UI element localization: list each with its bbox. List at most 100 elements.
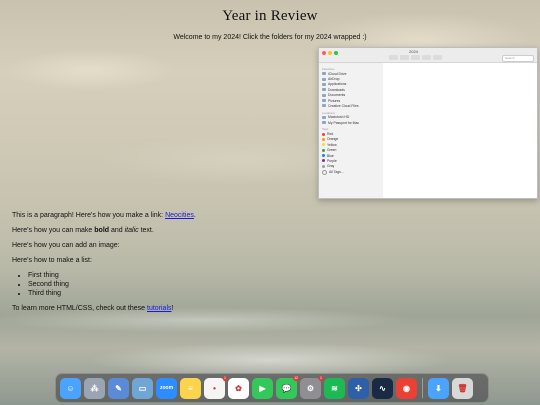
welcome-text: Welcome to my 2024! Click the folders fo…	[173, 34, 367, 41]
zoom-icon: zoom	[159, 385, 174, 391]
minimize-button[interactable]	[328, 51, 332, 55]
list-item: First thing	[28, 271, 196, 280]
folder-icon	[322, 72, 326, 76]
folder-icon	[322, 104, 326, 108]
sidebar-item-label: Blue	[327, 153, 334, 158]
folder-icon	[322, 88, 326, 92]
dock-app-zoom[interactable]: zoom	[156, 377, 177, 399]
folder-icon	[322, 93, 326, 97]
launchpad-icon: ⁂	[90, 383, 99, 393]
folder-icon	[322, 82, 326, 86]
paragraph-tutorials: To learn more HTML/CSS, check out these …	[12, 305, 174, 312]
share-button[interactable]	[422, 55, 431, 60]
xcode-icon: ✎	[115, 383, 122, 393]
folder-icon	[322, 77, 326, 81]
vpn-icon: ✣	[355, 383, 362, 393]
sidebar-item-label: Pictures	[328, 98, 341, 103]
tutorials-link[interactable]: tutorials	[147, 305, 172, 312]
sidebar-item-label: Downloads	[328, 87, 345, 92]
main-content: This is a paragraph! Here's how you make…	[12, 211, 196, 319]
tag-dot-icon	[322, 132, 325, 136]
settings-icon: ⚙	[306, 383, 315, 393]
close-button[interactable]	[322, 51, 326, 55]
dock-app-downloads[interactable]: ⬇	[428, 377, 449, 399]
sidebar-item-label: Applications	[328, 82, 347, 87]
dock-app-finder[interactable]: ☺	[60, 377, 81, 399]
trash-icon: 🗑	[457, 383, 468, 393]
example-list: First thing Second thing Third thing	[12, 271, 196, 298]
reminders-icon: •	[213, 383, 216, 393]
sidebar-item-label: Creative Cloud Files	[328, 103, 359, 108]
folder-icon	[322, 121, 326, 125]
tag-dot-icon	[322, 143, 325, 147]
dock-separator	[422, 378, 423, 398]
folder-icon	[322, 115, 326, 119]
messages-icon: 💬	[281, 383, 292, 393]
facetime-icon: ▶	[259, 383, 266, 393]
dock-app-system-preferences[interactable]: ⚙ 1	[300, 375, 323, 399]
dock-app-reminders[interactable]: • 1	[204, 375, 227, 399]
dock-app-facetime[interactable]: ▶	[252, 377, 273, 399]
dock-app-photos[interactable]: ✿	[228, 377, 249, 399]
sidebar-item-label: Macintosh HD	[328, 115, 350, 120]
tag-dot-icon	[322, 137, 325, 141]
neocities-link[interactable]: Neocities	[165, 212, 194, 219]
dock-app-notes[interactable]: ≡	[180, 377, 201, 399]
sidebar-item-label: iCloud Drive	[328, 71, 347, 76]
notification-badge: 12	[293, 375, 299, 381]
tag-dot-icon	[322, 154, 325, 158]
sidebar-item-label: Orange	[327, 137, 339, 142]
list-item: Second thing	[28, 280, 196, 289]
tag-button[interactable]	[433, 55, 442, 60]
paragraph-formatting: Here's how you can make bold and italic …	[12, 227, 154, 234]
bold-text: bold	[94, 227, 110, 234]
dock-app-chrome[interactable]: ◉	[396, 377, 417, 399]
sidebar-item-label: Gray	[327, 164, 335, 169]
preview-icon: ▭	[138, 383, 147, 393]
sidebar-item-label: Red	[327, 132, 334, 137]
spotify-icon: ≋	[331, 383, 338, 393]
sidebar-item-label: Documents	[328, 93, 346, 98]
view-columns-button[interactable]	[411, 55, 420, 60]
notification-badge: 1	[223, 375, 227, 381]
tag-dot-icon	[322, 164, 325, 168]
dock-app-messages[interactable]: 💬 12	[276, 375, 299, 399]
activity-icon: ∿	[379, 383, 386, 393]
sidebar-item-label: My Passport for Mac	[328, 120, 360, 125]
chrome-icon: ◉	[403, 383, 410, 393]
tag-dot-icon	[322, 169, 327, 175]
notes-icon: ≡	[188, 383, 193, 393]
dock-app-spotify[interactable]: ≋	[324, 377, 345, 399]
dock-app-trash[interactable]: 🗑	[452, 377, 473, 399]
view-list-button[interactable]	[400, 55, 409, 60]
finder-titlebar[interactable]: 2024 Search	[319, 48, 537, 63]
list-item: Third thing	[28, 289, 196, 298]
sidebar-item-tag[interactable]: All Tags...	[319, 169, 383, 175]
sidebar-item-label: All Tags...	[329, 170, 344, 175]
tag-dot-icon	[322, 148, 325, 152]
paragraph-image: Here's how you can add an image:	[12, 242, 120, 249]
dock-app-preview[interactable]: ▭	[132, 377, 153, 399]
dock-app-vpn[interactable]: ✣	[348, 377, 369, 399]
sidebar-item-label: Yellow	[327, 142, 337, 147]
tag-dot-icon	[322, 159, 325, 163]
paragraph-link: This is a paragraph! Here's how you make…	[12, 212, 196, 219]
photos-icon: ✿	[235, 383, 242, 393]
italic-text: italic	[124, 227, 139, 234]
notification-badge: 1	[319, 375, 323, 381]
dock-app-activity-monitor[interactable]: ∿	[372, 377, 393, 399]
sidebar-item-label: Green	[327, 148, 337, 153]
downloads-icon: ⬇	[435, 383, 442, 393]
page-title: Year in Review	[222, 8, 318, 24]
window-controls	[322, 51, 338, 55]
folder-icon	[322, 99, 326, 103]
finder-search-input[interactable]: Search	[502, 55, 534, 62]
dock-app-xcode[interactable]: ✎	[108, 377, 129, 399]
finder-toolbar	[389, 55, 442, 60]
finder-window[interactable]: 2024 Search Favorites iCloud Drive AirDro…	[318, 47, 538, 199]
dock-app-launchpad[interactable]: ⁂	[84, 377, 105, 399]
view-icons-button[interactable]	[389, 55, 398, 60]
zoom-button[interactable]	[334, 51, 338, 55]
dock: ☺ ⁂ ✎ ▭ zoom ≡ • 1 ✿ ▶ 💬 12 ⚙ 1 ≋ ✣ ∿ ◉ ⬇ 🗑	[55, 373, 489, 403]
finder-sidebar: Favorites iCloud Drive AirDrop Application…	[319, 63, 383, 198]
